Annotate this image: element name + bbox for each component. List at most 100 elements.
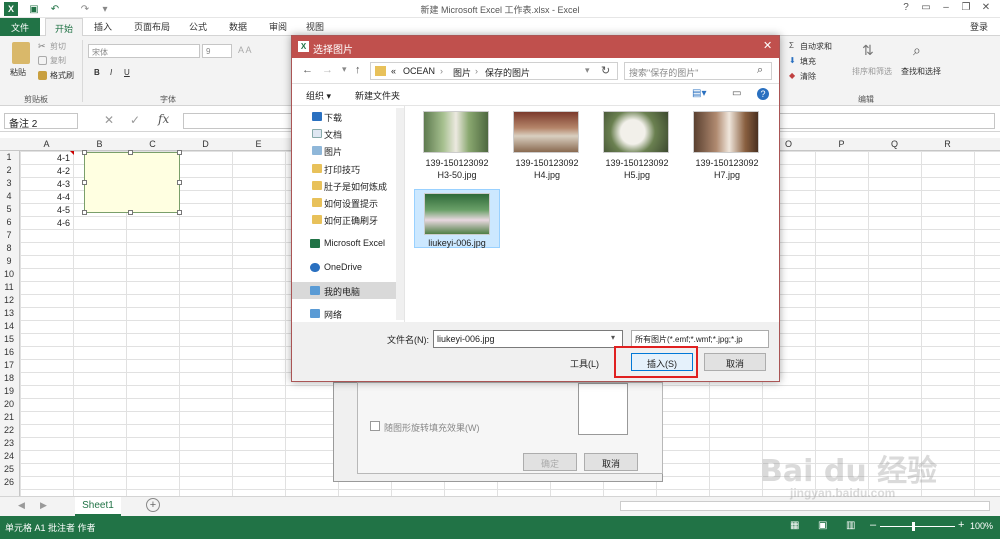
nav-item-pictures[interactable]: 图片 <box>292 142 396 159</box>
row-label[interactable]: 11 <box>0 282 18 292</box>
row-label[interactable]: 4 <box>0 191 18 201</box>
column-label[interactable]: E <box>232 139 285 149</box>
row-label[interactable]: 26 <box>0 477 18 487</box>
column-label[interactable]: C <box>126 139 179 149</box>
tab-review[interactable]: 审阅 <box>265 20 291 35</box>
file-item[interactable]: 139-150123092 H3-50.jpg <box>414 107 500 187</box>
name-box[interactable]: 备注 2 <box>4 113 78 130</box>
underline-button[interactable]: U <box>124 68 130 77</box>
resize-handle[interactable] <box>177 210 182 215</box>
tab-insert[interactable]: 插入 <box>90 20 116 35</box>
sort-filter-button[interactable]: 排序和筛选 <box>852 66 892 77</box>
row-label[interactable]: 20 <box>0 399 18 409</box>
row-label[interactable]: 5 <box>0 204 18 214</box>
next-sheet-icon[interactable]: ▶ <box>40 500 47 511</box>
find-select-icon[interactable]: ⌕ <box>913 42 921 59</box>
recent-icon[interactable]: ▾ <box>342 64 347 75</box>
tab-home[interactable]: 开始 <box>45 18 83 37</box>
cut-button[interactable]: 剪切 <box>50 41 66 52</box>
resize-handle[interactable] <box>177 150 182 155</box>
ok-button-disabled[interactable]: 确定 <box>523 453 577 471</box>
grow-font-icon[interactable]: A A <box>238 45 252 55</box>
add-sheet-icon[interactable]: + <box>146 498 160 512</box>
sheet-tab[interactable]: Sheet1 <box>75 497 121 516</box>
tab-data[interactable]: 数据 <box>225 20 251 35</box>
copy-button[interactable]: 复制 <box>50 55 66 66</box>
zoom-slider-thumb[interactable] <box>912 522 915 531</box>
page-layout-view-icon[interactable]: ▣ <box>818 520 827 531</box>
nav-item-folder[interactable]: 肚子是如何炼成 <box>292 177 396 194</box>
nav-item-downloads[interactable]: 下载 <box>292 108 396 125</box>
column-label[interactable]: Q <box>868 139 921 149</box>
row-label[interactable]: 14 <box>0 321 18 331</box>
resize-handle[interactable] <box>82 150 87 155</box>
row-label[interactable]: 18 <box>0 373 18 383</box>
resize-handle[interactable] <box>82 180 87 185</box>
rotate-fill-checkbox[interactable] <box>370 421 380 431</box>
insert-button[interactable]: 插入(S) <box>631 353 693 371</box>
breadcrumb-saved-pictures[interactable]: 保存的图片 <box>485 66 530 79</box>
organize-button[interactable]: 组织 ▾ <box>306 89 331 102</box>
row-label[interactable]: 8 <box>0 243 18 253</box>
file-item[interactable]: 139-150123092 H7.jpg <box>684 107 770 187</box>
prev-sheet-icon[interactable]: ◀ <box>18 500 25 511</box>
cut-icon[interactable]: ✂ <box>38 41 47 51</box>
new-folder-button[interactable]: 新建文件夹 <box>355 89 400 102</box>
zoom-slider[interactable] <box>880 526 955 527</box>
row-label[interactable]: 23 <box>0 438 18 448</box>
comment-box[interactable] <box>82 150 182 215</box>
zoom-in-icon[interactable]: + <box>958 519 964 531</box>
find-select-button[interactable]: 查找和选择 <box>901 66 941 77</box>
nav-item-folder[interactable]: 如何正确刷牙 <box>292 211 396 228</box>
nav-item-excel[interactable]: Microsoft Excel <box>292 235 396 252</box>
copy-icon[interactable] <box>38 56 47 65</box>
tools-menu[interactable]: 工具(L) <box>570 357 599 370</box>
column-label[interactable]: D <box>179 139 232 149</box>
fill-icon[interactable]: ⬇ <box>789 56 796 65</box>
breadcrumb-ocean[interactable]: OCEAN <box>403 66 435 76</box>
filename-dropdown-icon[interactable]: ▾ <box>611 333 615 342</box>
paste-icon[interactable] <box>12 42 30 64</box>
nav-item-documents[interactable]: 文档 <box>292 125 396 142</box>
dialog-close-icon[interactable]: ✕ <box>763 39 772 52</box>
nav-item-network[interactable]: 网络 <box>292 305 396 322</box>
row-label[interactable]: 15 <box>0 334 18 344</box>
row-label[interactable]: 24 <box>0 451 18 461</box>
address-dropdown-icon[interactable]: ▾ <box>585 65 590 76</box>
bold-button[interactable]: B <box>94 68 100 77</box>
breadcrumb-pictures[interactable]: 图片 <box>453 66 471 79</box>
preview-pane-icon[interactable]: ▭ <box>732 88 741 99</box>
cancel-button[interactable]: 取消 <box>704 353 766 371</box>
forward-icon[interactable]: → <box>322 64 333 76</box>
file-item[interactable]: 139-150123092 H5.jpg <box>594 107 680 187</box>
column-label[interactable]: R <box>921 139 974 149</box>
file-item[interactable]: 139-150123092 H4.jpg <box>504 107 590 187</box>
cancel-entry-icon[interactable]: ✕ <box>104 113 114 127</box>
tab-page-layout[interactable]: 页面布局 <box>130 20 174 35</box>
search-box[interactable]: 搜索"保存的图片" ⌕ <box>624 62 772 80</box>
back-icon[interactable]: ← <box>302 64 313 76</box>
row-label[interactable]: 2 <box>0 165 18 175</box>
bg-cancel-button[interactable]: 取消 <box>584 453 638 471</box>
cell-a4[interactable]: 4-4 <box>48 192 70 202</box>
autosum-button[interactable]: 自动求和 <box>800 41 832 52</box>
row-label[interactable]: 22 <box>0 425 18 435</box>
sort-filter-icon[interactable]: ⇅ <box>862 42 874 59</box>
nav-item-folder[interactable]: 如何设置提示 <box>292 194 396 211</box>
nav-scrollbar[interactable] <box>396 108 404 320</box>
ribbon-display-icon[interactable]: ▭ <box>918 2 934 16</box>
nav-item-this-pc[interactable]: 我的电脑 <box>292 282 396 299</box>
tab-view[interactable]: 视图 <box>302 20 328 35</box>
cell-a6[interactable]: 4-6 <box>48 218 70 228</box>
row-label[interactable]: 16 <box>0 347 18 357</box>
column-label[interactable]: A <box>20 139 73 149</box>
font-size-select[interactable]: 9 <box>202 44 232 58</box>
column-label[interactable]: B <box>73 139 126 149</box>
horizontal-scrollbar[interactable] <box>620 501 990 511</box>
refresh-icon[interactable]: ↻ <box>601 64 610 77</box>
row-label[interactable]: 10 <box>0 269 18 279</box>
resize-handle[interactable] <box>82 210 87 215</box>
resize-handle[interactable] <box>128 210 133 215</box>
row-label[interactable]: 12 <box>0 295 18 305</box>
filename-input[interactable]: liukeyi-006.jpg <box>433 330 623 348</box>
